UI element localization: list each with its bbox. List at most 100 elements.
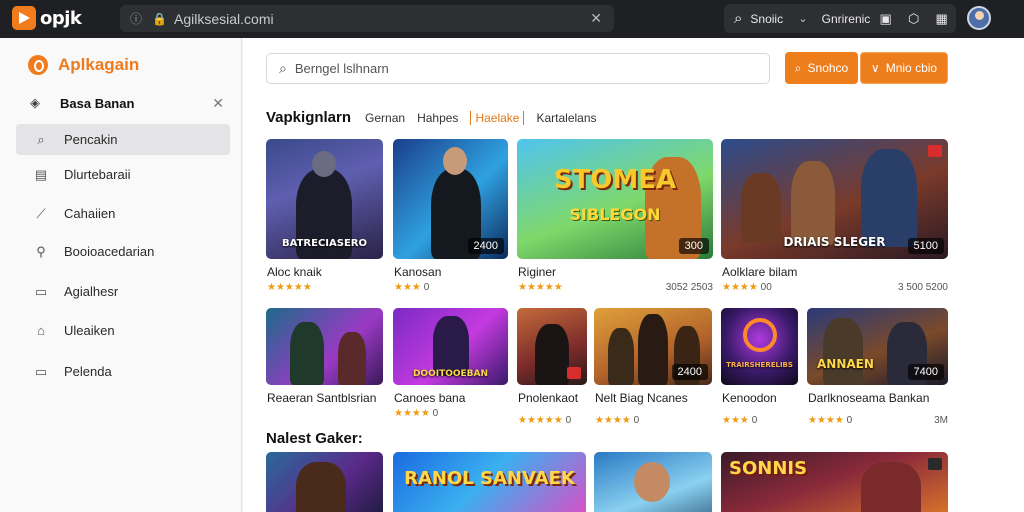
window-icon: ▭ <box>34 363 48 379</box>
price-badge: 300 <box>678 238 709 254</box>
avatar[interactable] <box>967 6 991 30</box>
game-thumbnail[interactable] <box>594 452 712 512</box>
tab-3[interactable]: Kartalelans <box>536 111 596 125</box>
sidebar-brand[interactable]: Aplkagain <box>28 55 139 75</box>
thumbnail-caption: BATRECIASERO <box>282 238 367 249</box>
game-meta: 3 500 5200 <box>897 282 948 293</box>
sidebar-item-label: Agialhesr <box>64 284 119 299</box>
bookmark-star-icon[interactable]: ✕ <box>590 10 602 27</box>
close-icon[interactable]: ✕ <box>212 95 224 112</box>
thumbnail-subtitle: SIBLEGON <box>569 205 661 224</box>
game-thumbnail[interactable]: RANOL SANVAEK <box>393 452 586 512</box>
rating-count: 0 <box>432 408 439 419</box>
character-figure <box>535 324 569 385</box>
game-rating: ★★★★ 0 <box>595 415 639 426</box>
game-title[interactable]: Kanosan <box>394 265 441 279</box>
search-bar[interactable]: ⌕ <box>266 53 770 84</box>
character-figure <box>296 462 346 512</box>
game-title[interactable]: Aloc knaik <box>267 265 322 279</box>
game-thumbnail[interactable]: 2400 <box>594 308 712 385</box>
character-figure <box>861 462 921 512</box>
search-icon: ⌕ <box>794 60 802 75</box>
link-icon: ⚲ <box>36 243 46 259</box>
game-thumbnail[interactable]: DOOITOOEBAN <box>393 308 508 385</box>
rating-count: 00 <box>760 282 772 293</box>
game-title[interactable]: Canoes bana <box>394 391 465 405</box>
sidebar-item-label: Booioacedarian <box>64 244 155 259</box>
thumbnail-caption: SONNIS <box>729 458 808 479</box>
main-content: ⌕ ⌕ Snohco ∨ Mnio cbio Vapkignlarn Gerna… <box>243 38 1024 512</box>
rating-count: 0 <box>846 415 853 426</box>
sidebar-item-1[interactable]: ▤ Dlurtebaraii <box>16 159 230 190</box>
lock-icon: 🔒 <box>152 11 167 26</box>
game-title[interactable]: Pnolenkaot <box>518 391 578 405</box>
sidebar: Aplkagain ◈ Basa Banan ✕ ⌕ Pencakin ▤ Dl… <box>0 38 242 512</box>
game-thumbnail[interactable] <box>266 452 383 512</box>
game-thumbnail[interactable]: 2400 <box>393 139 508 259</box>
game-title[interactable]: Kenoodon <box>722 391 777 405</box>
star-rating: ★★★★ <box>394 408 430 419</box>
game-thumbnail[interactable]: ANNAEN 7400 <box>807 308 948 385</box>
flag-icon <box>567 367 581 379</box>
game-rating: ★★★★★ <box>518 282 563 293</box>
game-title[interactable]: Nelt Biag Ncanes <box>595 391 688 405</box>
tabs-heading: Vapkignlarn <box>266 109 352 126</box>
square-icon[interactable]: ▣ <box>874 11 898 27</box>
shield-icon[interactable]: ⬡ <box>902 11 926 27</box>
sidebar-item-3[interactable]: ⚲ Booioacedarian <box>16 236 230 267</box>
sidebar-item-2[interactable]: ⟋ Cahaiien <box>16 198 230 229</box>
game-title[interactable]: Reaeran Santblsrian <box>267 391 376 405</box>
game-thumbnail[interactable]: STOMEA SIBLEGON 300 <box>517 139 713 259</box>
sidebar-item-label: Dlurtebaraii <box>64 167 131 182</box>
star-rating: ★★★ <box>394 282 421 293</box>
sidebar-section-header[interactable]: ◈ Basa Banan ✕ <box>30 91 230 115</box>
tab-0[interactable]: Gernan <box>365 111 405 125</box>
character-figure <box>290 322 324 385</box>
game-title[interactable]: Aolklare bilam <box>722 265 797 279</box>
game-rating: ★★★★ 0 <box>394 408 438 419</box>
grid-icon[interactable]: ▦ <box>930 11 954 27</box>
rating-count: 0 <box>423 282 430 293</box>
game-title[interactable]: Riginer <box>518 265 556 279</box>
address-bar[interactable]: ⓘ 🔒 Agilksesial.comi ✕ <box>120 5 614 32</box>
game-title[interactable]: Darlknoseama Bankan <box>808 391 929 405</box>
flag-icon <box>928 458 942 470</box>
top-search-label[interactable]: Snoiic <box>750 12 794 26</box>
tab-1[interactable]: Hahpes <box>417 111 458 125</box>
top-menu-label[interactable]: Gnrirenic <box>822 12 871 26</box>
tab-2-active[interactable]: Haelake <box>470 111 525 125</box>
search-icon: ⌕ <box>279 60 287 76</box>
game-rating: ★★★ 0 <box>394 282 429 293</box>
thumbnail-caption: DOOITOOEBAN <box>412 369 489 379</box>
game-rating: ★★★★★ <box>267 282 312 293</box>
chevron-down-icon: ∨ <box>870 61 880 75</box>
sidebar-item-5[interactable]: ⌂ Uleaiken <box>16 315 230 346</box>
star-rating: ★★★★★ <box>267 282 312 293</box>
game-thumbnail[interactable] <box>266 308 383 385</box>
more-button[interactable]: ∨ Mnio cbio <box>860 52 948 84</box>
game-thumbnail[interactable]: SONNIS <box>721 452 948 512</box>
rating-count: 0 <box>565 415 572 426</box>
tag-icon: ◈ <box>30 95 40 110</box>
browser-toolbar: opjk ⓘ 🔒 Agilksesial.comi ✕ ⌕ Snoiic ⌄ G… <box>0 0 1024 38</box>
sidebar-item-label: Cahaiien <box>64 206 116 221</box>
game-thumbnail[interactable] <box>517 308 587 385</box>
sidebar-item-6[interactable]: ▭ Pelenda <box>16 356 230 387</box>
game-thumbnail[interactable]: DRIAIS SLEGER 5100 <box>721 139 948 259</box>
sidebar-item-0[interactable]: ⌕ Pencakin <box>16 124 230 155</box>
logo-icon <box>12 6 36 30</box>
chevron-down-icon[interactable]: ⌄ <box>798 12 807 25</box>
app-logo[interactable]: opjk <box>12 6 82 30</box>
monitor-icon: ▭ <box>34 283 48 299</box>
category-tabs: Vapkignlarn Gernan Hahpes Haelake Kartal… <box>266 109 597 126</box>
game-thumbnail[interactable]: TRAIRSHERELIBS <box>721 308 798 385</box>
search-button[interactable]: ⌕ Snohco <box>785 52 858 84</box>
sidebar-item-4[interactable]: ▭ Agialhesr <box>16 276 230 307</box>
character-head <box>312 151 336 177</box>
search-input[interactable] <box>294 61 735 76</box>
game-thumbnail[interactable]: BATRECIASERO <box>266 139 383 259</box>
search-icon[interactable]: ⌕ <box>734 10 742 27</box>
rating-count: 0 <box>751 415 758 426</box>
star-rating: ★★★★ <box>595 415 631 426</box>
rating-count: 0 <box>633 415 640 426</box>
